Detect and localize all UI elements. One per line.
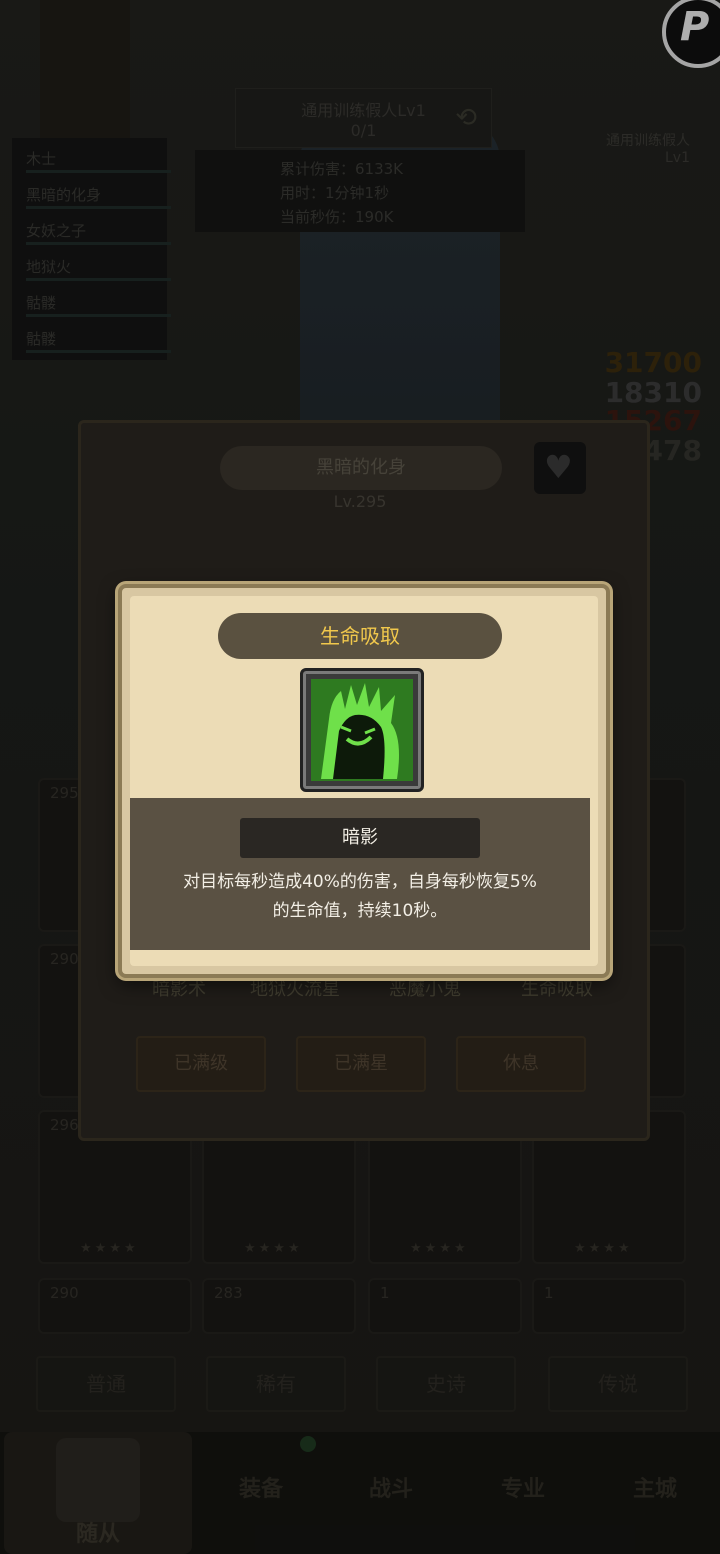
skill-icon <box>300 668 424 792</box>
description-line: 的生命值，持续10秒。 <box>272 901 448 921</box>
skill-description: 对目标每秒造成40%的伤害，自身每秒恢复5% 的生命值，持续10秒。 <box>148 868 572 926</box>
description-line: 对目标每秒造成40%的伤害，自身每秒恢复5% <box>183 872 537 892</box>
skill-type: 暗影 <box>240 818 480 858</box>
skill-title: 生命吸取 <box>218 613 502 659</box>
life-drain-icon <box>311 679 413 781</box>
